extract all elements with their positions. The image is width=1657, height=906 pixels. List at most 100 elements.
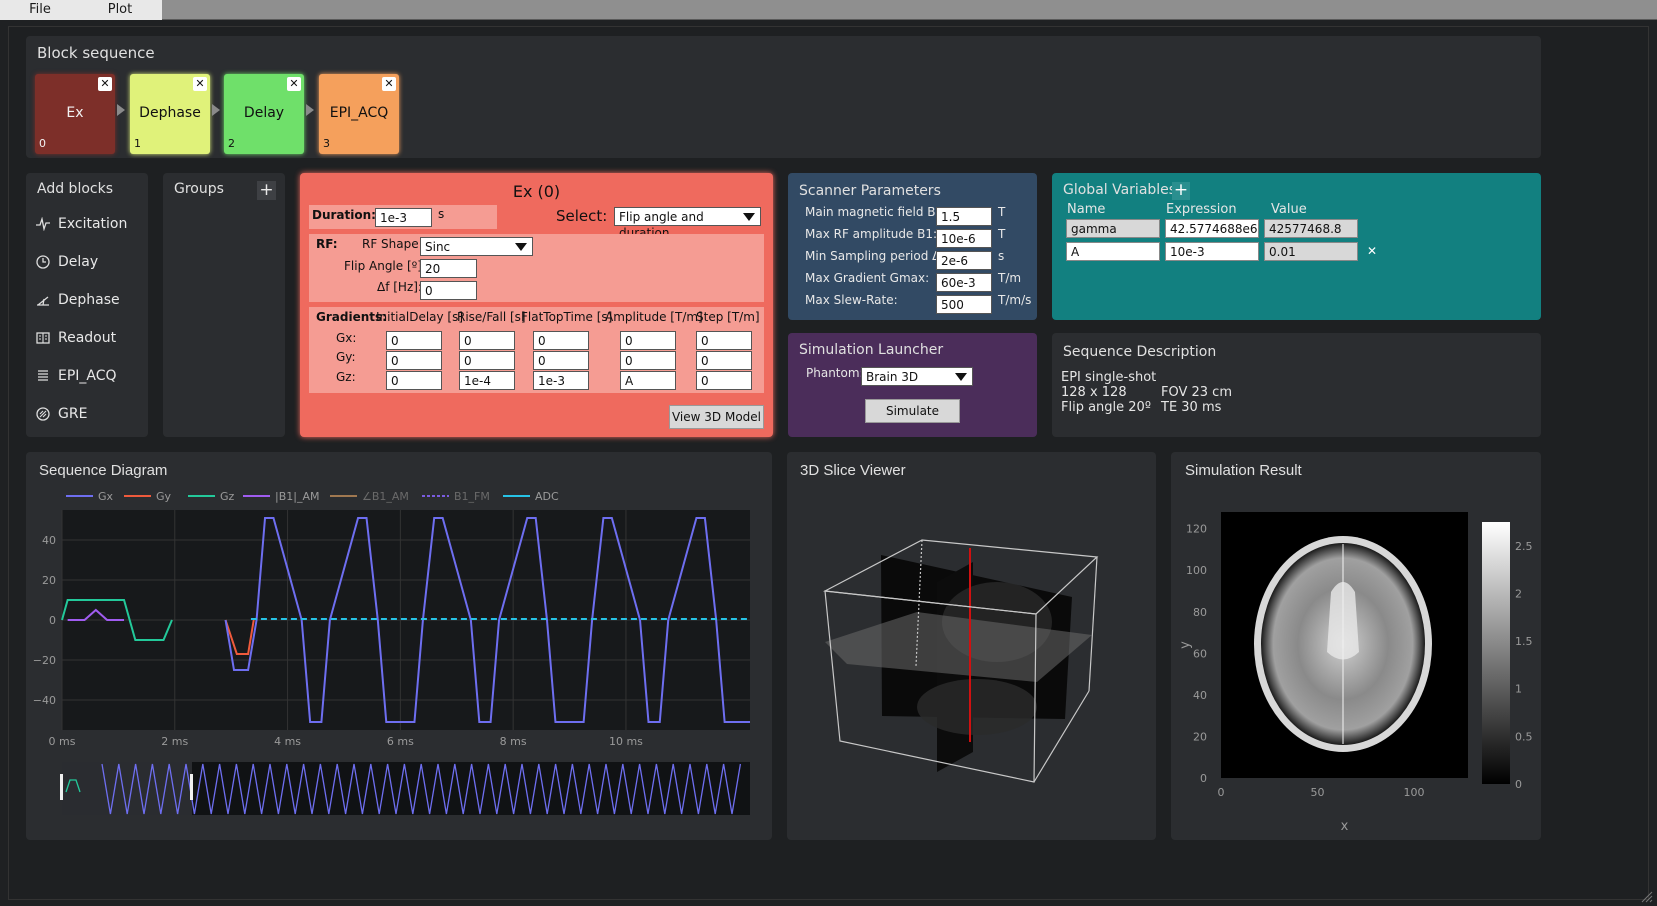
chevron-right-icon xyxy=(212,104,220,116)
scanner-input[interactable]: 2e-6 xyxy=(936,251,992,270)
add-gre-button[interactable]: GRE xyxy=(36,406,87,422)
y-tick-label: 60 xyxy=(1193,647,1207,660)
description-fov: FOV 23 cm xyxy=(1161,385,1232,400)
scanner-input[interactable]: 500 xyxy=(936,295,992,314)
gv-row1-value: 0.01 xyxy=(1264,242,1358,261)
phantom-value: Brain 3D xyxy=(866,370,919,384)
block-index: 1 xyxy=(134,137,141,150)
gv-row1-expression[interactable]: 10e-3 xyxy=(1165,242,1259,261)
add-readout-button[interactable]: Readout xyxy=(36,330,116,346)
close-icon[interactable]: ✕ xyxy=(193,77,207,91)
block-name: EPI_ACQ xyxy=(329,105,389,121)
select-mode-dropdown[interactable]: Flip angle and duration xyxy=(614,207,761,240)
gv-row0-expression[interactable]: 42.5774688e6 xyxy=(1165,219,1259,238)
menu-file[interactable]: File xyxy=(0,0,80,20)
add-delay-button[interactable]: Delay xyxy=(36,254,98,270)
scanner-input[interactable]: 10e-6 xyxy=(936,229,992,248)
excitation-icon xyxy=(36,217,50,231)
gy-initialdelay-input[interactable]: 0 xyxy=(386,351,442,370)
gv-row0-name: gamma xyxy=(1066,219,1160,238)
gz-amplitude-input[interactable]: A xyxy=(620,371,676,390)
duration-input[interactable]: 1e-3 xyxy=(375,208,432,227)
sim-result-chart[interactable]: 0 50 100 0 20 40 60 80 100 120 x y 2.5 2 1.5 1 0.5 0 xyxy=(1171,452,1541,840)
groups-panel: Groups + xyxy=(163,173,285,437)
colorbar-tick-label: 1 xyxy=(1515,683,1522,696)
rf-shape-dropdown[interactable]: Sinc xyxy=(420,237,533,256)
scanner-unit: T xyxy=(998,227,1006,241)
gx-amplitude-input[interactable]: 0 xyxy=(620,331,676,350)
scanner-title: Scanner Parameters xyxy=(799,183,941,199)
colorbar-tick-label: 0 xyxy=(1515,778,1522,791)
x-tick-label: 8 ms xyxy=(500,735,527,748)
menu-plot[interactable]: Plot xyxy=(80,0,160,20)
menu-bar: File Plot xyxy=(0,0,1657,20)
df-input[interactable]: 0 xyxy=(420,281,477,300)
grad-header-step: Step [T/m] xyxy=(696,310,760,324)
y-tick-label: 120 xyxy=(1186,523,1207,536)
delete-variable-button[interactable]: ✕ xyxy=(1365,244,1379,258)
epi-icon xyxy=(38,370,48,381)
gy-flattop-input[interactable]: 0 xyxy=(533,351,589,370)
flip-angle-input[interactable]: 20 xyxy=(420,259,477,278)
simulate-button[interactable]: Simulate xyxy=(865,399,960,423)
grad-header-amplitude: Amplitude [T/m] xyxy=(605,310,703,324)
sequence-diagram-panel: Sequence Diagram 0 ms 2 ms 4 ms 6 ms 8 ms 10 … xyxy=(26,452,772,840)
gz-initialdelay-input[interactable]: 0 xyxy=(386,371,442,390)
y-tick-label: 40 xyxy=(42,534,56,547)
gz-step-input[interactable]: 0 xyxy=(696,371,752,390)
close-icon[interactable]: ✕ xyxy=(98,77,112,91)
scanner-input[interactable]: 60e-3 xyxy=(936,273,992,292)
gx-risefall-input[interactable]: 0 xyxy=(459,331,515,350)
range-slider-handle xyxy=(60,774,63,800)
legend-label: B1_FM xyxy=(454,490,490,503)
close-icon[interactable]: ✕ xyxy=(382,77,396,91)
phantom-dropdown[interactable]: Brain 3D xyxy=(861,367,973,386)
y-tick-label: 20 xyxy=(1193,730,1207,743)
view-3d-model-button[interactable]: View 3D Model xyxy=(669,405,764,429)
gz-risefall-input[interactable]: 1e-4 xyxy=(459,371,515,390)
x-tick-label: 100 xyxy=(1403,786,1424,799)
x-tick-label: 4 ms xyxy=(274,735,301,748)
df-label: Δf [Hz]: xyxy=(377,280,422,294)
gx-flattop-input[interactable]: 0 xyxy=(533,331,589,350)
gx-step-input[interactable]: 0 xyxy=(696,331,752,350)
block-ex[interactable]: Ex 0 ✕ xyxy=(35,74,115,154)
gx-initialdelay-input[interactable]: 0 xyxy=(386,331,442,350)
gy-risefall-input[interactable]: 0 xyxy=(459,351,515,370)
colorbar-tick-label: 0.5 xyxy=(1515,730,1533,743)
colorbar xyxy=(1482,522,1510,784)
resize-grip-icon[interactable] xyxy=(1640,890,1654,904)
description-flip: Flip angle 20º xyxy=(1061,400,1151,415)
gy-step-input[interactable]: 0 xyxy=(696,351,752,370)
block-index: 3 xyxy=(323,137,330,150)
scanner-unit: T/m/s xyxy=(998,293,1032,307)
y-tick-label: −20 xyxy=(33,654,56,667)
add-dephase-button[interactable]: Dephase xyxy=(36,292,120,308)
scanner-input[interactable]: 1.5 xyxy=(936,207,992,226)
sequence-diagram-chart[interactable]: 0 ms 2 ms 4 ms 6 ms 8 ms 10 ms 40 20 0 −20 −40 Gx Gy… xyxy=(26,452,772,840)
x-tick-label: 0 ms xyxy=(49,735,76,748)
add-group-button[interactable]: + xyxy=(257,181,276,200)
gv-row1-name[interactable]: A xyxy=(1066,242,1160,261)
block-dephase[interactable]: Dephase 1 ✕ xyxy=(130,74,210,154)
gv-header-name: Name xyxy=(1067,202,1106,217)
scanner-unit: T xyxy=(998,205,1006,219)
block-epi_acq[interactable]: EPI_ACQ 3 ✕ xyxy=(319,74,399,154)
ex-panel-title: Ex (0) xyxy=(512,182,561,201)
slice-viewer-panel: 3D Slice Viewer xyxy=(787,452,1156,840)
legend-label: Gy xyxy=(156,490,172,503)
gz-flattop-input[interactable]: 1e-3 xyxy=(533,371,589,390)
block-delay[interactable]: Delay 2 ✕ xyxy=(224,74,304,154)
add-epi-acq-button[interactable]: EPI_ACQ xyxy=(36,368,117,384)
add-excitation-button[interactable]: Excitation xyxy=(36,216,127,232)
gy-amplitude-input[interactable]: 0 xyxy=(620,351,676,370)
block-name: Dephase xyxy=(139,105,201,121)
legend-label: ∠B1_AM xyxy=(362,490,409,503)
colorbar-tick-label: 2.5 xyxy=(1515,540,1533,553)
add-readout-label: Readout xyxy=(58,330,117,346)
slice-viewer-3d[interactable] xyxy=(787,452,1156,840)
scanner-label: Max Slew-Rate: xyxy=(805,293,898,307)
add-variable-button[interactable]: + xyxy=(1172,182,1190,200)
close-icon[interactable]: ✕ xyxy=(287,77,301,91)
readout-icon xyxy=(36,332,50,344)
